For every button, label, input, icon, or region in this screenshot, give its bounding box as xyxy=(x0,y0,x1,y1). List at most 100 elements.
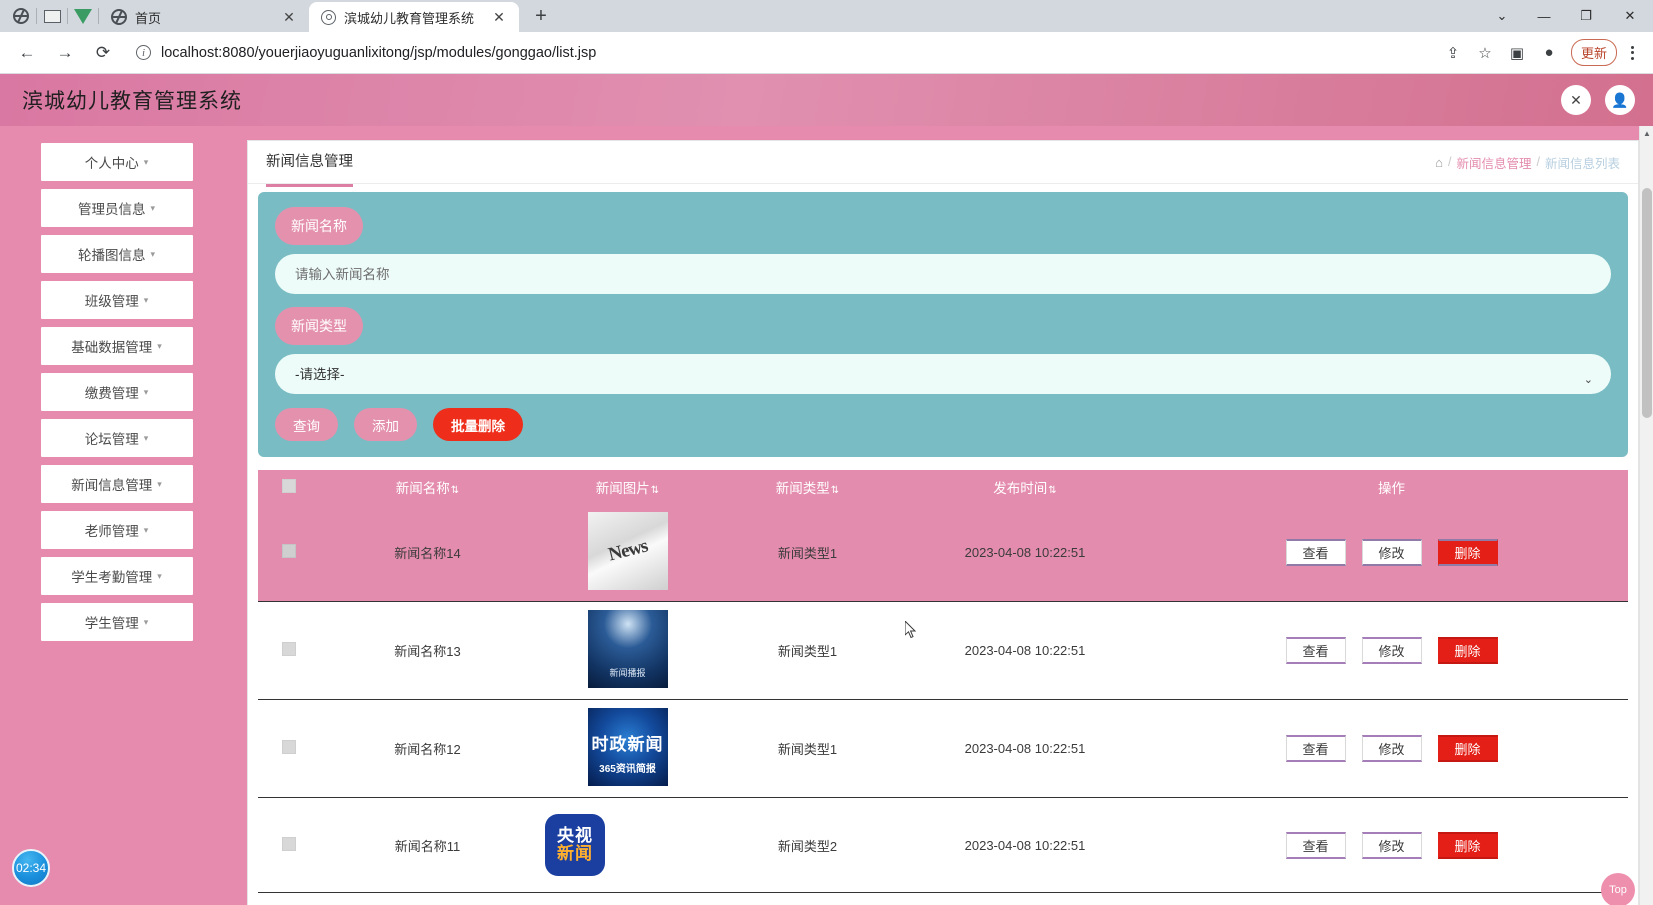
tabgroup-vue-icon[interactable] xyxy=(68,0,98,32)
row-publish-time: 2023-04-08 10:22:51 xyxy=(895,699,1155,798)
edit-button[interactable]: 修改 xyxy=(1361,831,1422,859)
new-tab-button[interactable]: + xyxy=(527,2,555,30)
home-icon[interactable]: ⌂ xyxy=(1435,155,1443,170)
table-body: 新闻名称14 News 新闻类型1 2023-04-08 10:22:51 查看… xyxy=(258,504,1628,905)
view-button[interactable]: 查看 xyxy=(1285,831,1346,859)
reload-icon[interactable]: ⟳ xyxy=(87,37,119,69)
breadcrumb-current: 新闻信息列表 xyxy=(1544,156,1620,171)
header-publish-time[interactable]: 发布时间⇅ xyxy=(895,470,1155,504)
window-close-button[interactable]: ✕ xyxy=(1607,0,1653,32)
session-timer-badge[interactable]: 02:34 xyxy=(12,849,50,887)
edit-button[interactable]: 修改 xyxy=(1361,735,1422,762)
tabgroup-window-icon[interactable] xyxy=(37,0,67,32)
news-name-input[interactable] xyxy=(275,254,1611,294)
sidebar-item-carousel-info[interactable]: 轮播图信息 ▾ xyxy=(40,235,193,273)
row-checkbox[interactable] xyxy=(282,544,296,558)
browser-menu-icon[interactable] xyxy=(1619,38,1645,68)
row-select-cell[interactable] xyxy=(258,601,320,700)
close-icon[interactable]: ✕ xyxy=(489,7,509,27)
browser-tab-app[interactable]: 滨城幼儿教育管理系统 ✕ xyxy=(309,2,519,32)
scrollbar-thumb[interactable] xyxy=(1642,188,1652,418)
sort-icon[interactable]: ⇅ xyxy=(651,485,659,496)
select-all-header[interactable] xyxy=(258,470,320,504)
view-button[interactable]: 查看 xyxy=(1285,539,1346,566)
tab-search-chevron-icon[interactable]: ⌄ xyxy=(1481,0,1523,32)
row-checkbox[interactable] xyxy=(282,642,296,656)
edit-button[interactable]: 修改 xyxy=(1361,637,1422,664)
scroll-up-arrow-icon[interactable]: ▲ xyxy=(1640,126,1653,140)
table-row[interactable]: 新闻名称11 央视 新闻 新闻类型2 2023-04-08 10:22:51 查… xyxy=(258,797,1628,893)
side-panel-icon[interactable]: ▣ xyxy=(1502,38,1532,68)
sidebar-item-label: 论坛管理 xyxy=(84,432,139,447)
row-checkbox[interactable] xyxy=(282,836,296,851)
add-button[interactable]: 添加 xyxy=(354,408,417,441)
row-select-cell[interactable] xyxy=(258,699,320,798)
breadcrumb-link-news[interactable]: 新闻信息管理 xyxy=(1456,153,1531,172)
logout-icon[interactable]: ✕ xyxy=(1561,85,1591,115)
row-checkbox[interactable] xyxy=(282,740,296,754)
window-minimize-button[interactable]: — xyxy=(1523,0,1565,32)
sidebar-item-forum-management[interactable]: 论坛管理 ▾ xyxy=(40,419,193,457)
row-news-name: 新闻名称13 xyxy=(320,601,535,700)
row-news-name: 新闻名称11 xyxy=(320,797,535,893)
browser-tab-home[interactable]: 首页 ✕ xyxy=(99,2,309,32)
site-info-icon[interactable]: i xyxy=(136,45,151,60)
back-to-top-button[interactable]: Top xyxy=(1601,873,1635,905)
delete-button[interactable]: 删除 xyxy=(1437,539,1498,566)
sort-icon[interactable]: ⇅ xyxy=(831,485,839,496)
back-icon[interactable]: ← xyxy=(11,37,43,69)
table-row[interactable] xyxy=(258,892,1628,905)
delete-button[interactable]: 删除 xyxy=(1437,735,1498,762)
sidebar-item-base-data-management[interactable]: 基础数据管理 ▾ xyxy=(40,327,193,365)
panel-body: 新闻名称 新闻类型 -请选择- ⌄ 查询 添加 批量删除 xyxy=(248,184,1638,905)
sidebar-item-news-management[interactable]: 新闻信息管理 ▾ xyxy=(40,465,193,503)
tabgroup-globe-icon[interactable] xyxy=(6,0,36,32)
chevron-down-icon: ▾ xyxy=(150,202,156,213)
edit-button[interactable]: 修改 xyxy=(1361,539,1422,566)
row-select-cell[interactable] xyxy=(258,797,320,893)
row-news-type xyxy=(720,892,895,905)
sort-icon[interactable]: ⇅ xyxy=(1048,485,1056,496)
sidebar-item-class-management[interactable]: 班级管理 ▾ xyxy=(40,281,193,319)
select-all-checkbox[interactable] xyxy=(282,478,296,493)
delete-button[interactable]: 删除 xyxy=(1437,831,1498,859)
delete-button[interactable]: 删除 xyxy=(1437,637,1498,664)
table-row[interactable]: 新闻名称12 时政新闻 365资讯简报 新闻类型1 2023-04-08 10:… xyxy=(258,699,1628,798)
share-icon[interactable]: ⇪ xyxy=(1438,38,1468,68)
sidebar-item-label: 学生考勤管理 xyxy=(71,570,153,585)
sidebar-item-personal-center[interactable]: 个人中心 ▾ xyxy=(40,143,193,181)
chevron-down-icon: ▾ xyxy=(143,386,149,397)
header-news-type[interactable]: 新闻类型⇅ xyxy=(720,470,895,504)
app-header: 滨城幼儿教育管理系统 ✕ 👤 xyxy=(0,74,1653,126)
forward-icon[interactable]: → xyxy=(49,37,81,69)
sort-icon[interactable]: ⇅ xyxy=(451,485,459,496)
news-paper-thumbnail: News xyxy=(587,512,668,590)
header-news-image[interactable]: 新闻图片⇅ xyxy=(535,470,720,504)
window-maximize-button[interactable]: ❐ xyxy=(1565,0,1607,32)
vertical-scrollbar[interactable]: ▲ ▼ xyxy=(1639,126,1653,905)
close-icon[interactable]: ✕ xyxy=(279,7,299,27)
table-row[interactable]: 新闻名称14 News 新闻类型1 2023-04-08 10:22:51 查看… xyxy=(258,504,1628,602)
row-select-cell[interactable] xyxy=(258,504,320,602)
batch-delete-button[interactable]: 批量删除 xyxy=(433,408,523,441)
sidebar-item-payment-management[interactable]: 缴费管理 ▾ xyxy=(40,373,193,411)
row-select-cell[interactable] xyxy=(258,892,320,905)
table-row[interactable]: 新闻名称13 新闻播报 新闻类型1 2023-04-08 10:22:51 查看… xyxy=(258,601,1628,700)
query-button[interactable]: 查询 xyxy=(275,408,338,441)
user-avatar-icon[interactable]: 👤 xyxy=(1605,85,1635,115)
profile-avatar-icon[interactable]: ● xyxy=(1534,38,1564,68)
address-bar[interactable]: i localhost:8080/youerjiaoyuguanlixitong… xyxy=(130,38,1430,68)
sidebar-item-student-management[interactable]: 学生管理 ▾ xyxy=(40,603,193,641)
view-button[interactable]: 查看 xyxy=(1285,637,1346,664)
row-operations xyxy=(1155,892,1628,905)
row-news-name xyxy=(320,892,535,905)
sidebar-item-teacher-management[interactable]: 老师管理 ▾ xyxy=(40,511,193,549)
sidebar-item-student-attendance[interactable]: 学生考勤管理 ▾ xyxy=(40,557,193,595)
row-news-image: News xyxy=(535,504,720,602)
news-type-select[interactable]: -请选择- xyxy=(275,354,1611,394)
sidebar-item-admin-info[interactable]: 管理员信息 ▾ xyxy=(40,189,193,227)
header-news-name[interactable]: 新闻名称⇅ xyxy=(320,470,535,504)
update-button[interactable]: 更新 xyxy=(1570,39,1617,66)
view-button[interactable]: 查看 xyxy=(1285,735,1346,762)
bookmark-star-icon[interactable]: ☆ xyxy=(1470,38,1500,68)
